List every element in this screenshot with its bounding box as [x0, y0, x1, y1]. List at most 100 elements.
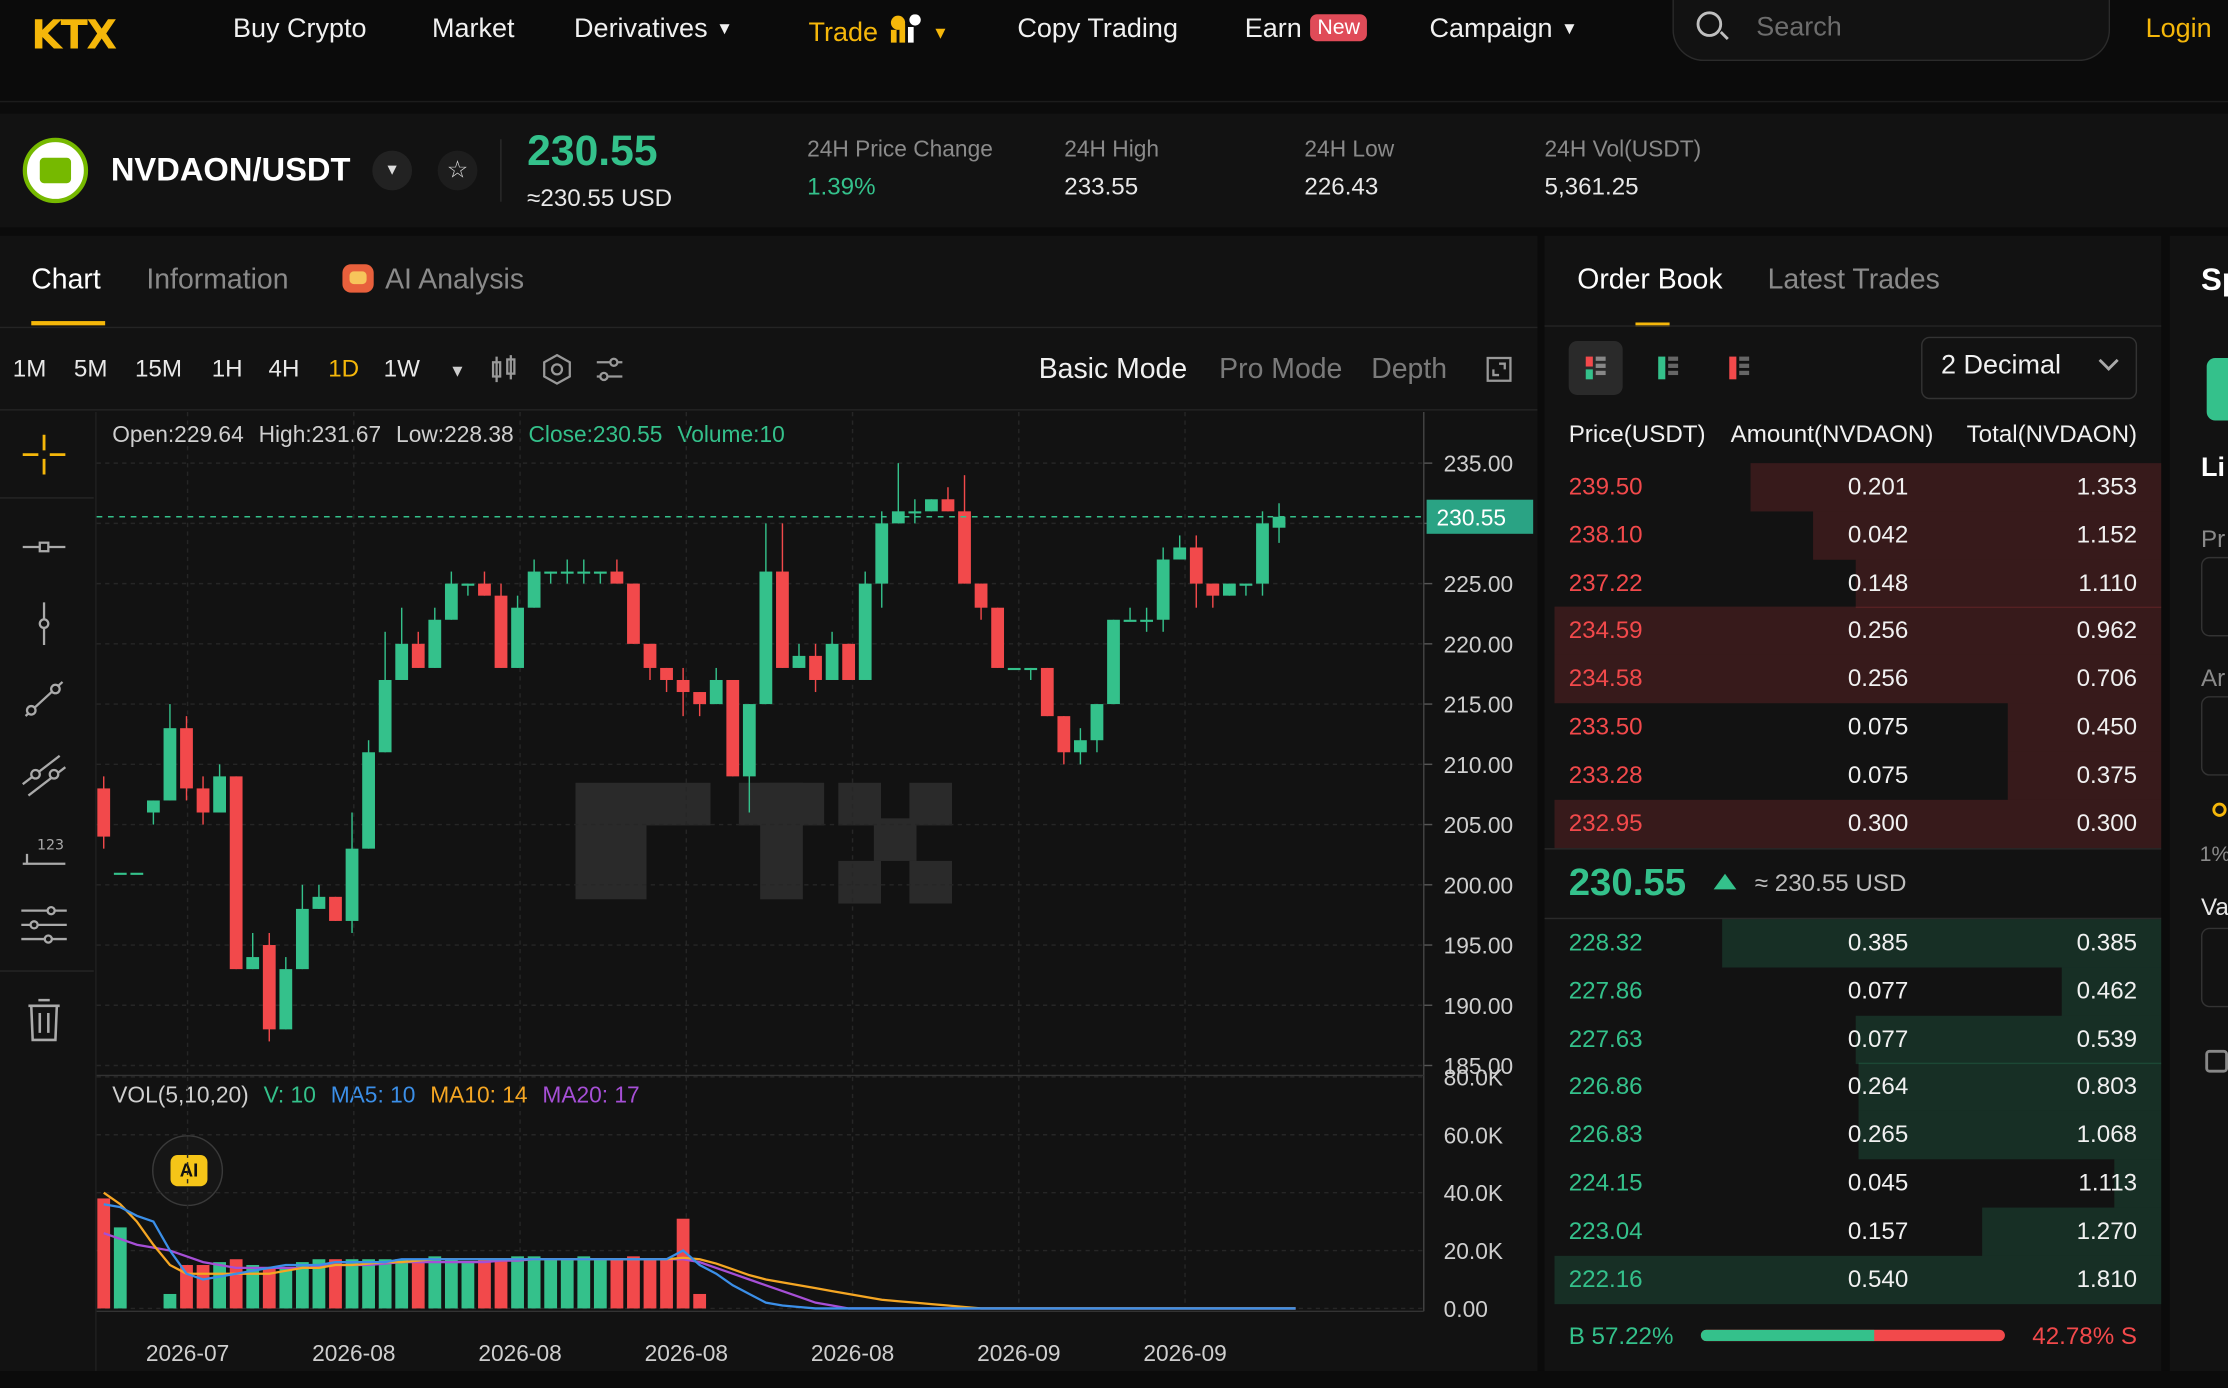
ask-price: 233.28: [1568, 761, 1643, 789]
bid-row[interactable]: 223.04 0.157 1.270: [1545, 1207, 2162, 1256]
bid-total: 1.113: [2078, 1169, 2138, 1197]
volume-bar: [527, 1256, 541, 1309]
candle-body: [709, 679, 723, 705]
trading-pair[interactable]: NVDAON/USDT: [111, 151, 351, 189]
decimal-precision-select[interactable]: 2 Decimal: [1921, 336, 2138, 400]
candle-body: [262, 945, 276, 1030]
volume-bar: [494, 1259, 508, 1309]
bid-total: 1.068: [2076, 1121, 2138, 1149]
last-price: 230.55: [527, 127, 658, 175]
stat-label-high: 24H High: [1064, 137, 1160, 162]
candle-body: [693, 692, 707, 705]
volume-bar: [279, 1267, 293, 1309]
candle-body: [494, 595, 508, 668]
bid-price: 227.86: [1568, 977, 1643, 1005]
candle-body: [660, 667, 673, 680]
spot-trade-panel: Sp Li Pr Ar 1% Va: [2169, 235, 2228, 1388]
nav-campaign[interactable]: Campaign ▼: [1429, 14, 1577, 45]
candle-body: [1057, 716, 1071, 753]
candle-body: [146, 800, 160, 813]
ticker-bar: NVDAON/USDT ▼ ☆ 230.55 ≈230.55 USD 24H P…: [0, 113, 2228, 228]
candle-body: [395, 643, 409, 680]
ask-row[interactable]: 239.50 0.201 1.353: [1545, 463, 2162, 512]
view-both-sides-icon[interactable]: [1568, 340, 1623, 395]
bid-row[interactable]: 226.83 0.265 1.068: [1545, 1111, 2162, 1160]
amount-input[interactable]: [2201, 696, 2228, 776]
candle-body: [163, 728, 177, 801]
bid-total: 0.803: [2076, 1073, 2138, 1101]
tp-sl-checkbox[interactable]: [2205, 1049, 2228, 1073]
ask-row[interactable]: 232.95 0.300 0.300: [1545, 799, 2162, 848]
candle-body: [279, 969, 293, 1030]
limit-tab[interactable]: Li: [2201, 453, 2225, 484]
watermark-block: [646, 782, 711, 826]
candle-body: [1189, 547, 1203, 584]
nav-market[interactable]: Market: [432, 14, 515, 45]
bid-row[interactable]: 227.63 0.077 0.539: [1545, 1015, 2162, 1064]
view-asks-only-icon[interactable]: [1712, 341, 1766, 395]
ask-row[interactable]: 238.10 0.042 1.152: [1545, 511, 2162, 560]
candle-body: [974, 583, 988, 608]
nav-earn[interactable]: Earn New: [1245, 14, 1368, 45]
search-box[interactable]: [1672, 0, 2111, 62]
stat-value-high: 233.55: [1064, 173, 1139, 201]
value-input[interactable]: [2201, 927, 2228, 1008]
candle-body: [925, 499, 938, 512]
candlestick-chart[interactable]: 235.00230.00225.00220.00215.00210.00205.…: [0, 236, 1537, 1388]
buy-toggle[interactable]: [2206, 358, 2228, 421]
ask-row[interactable]: 233.28 0.075 0.375: [1545, 751, 2162, 800]
candle-body: [858, 583, 872, 680]
last-price-usd: ≈230.55 USD: [527, 184, 673, 212]
ask-row[interactable]: 233.50 0.075 0.450: [1545, 703, 2162, 752]
nvidia-logo-icon: [22, 137, 89, 204]
ask-total: 1.353: [2076, 473, 2138, 501]
volume-bar: [676, 1218, 690, 1309]
bid-row[interactable]: 226.86 0.264 0.803: [1545, 1063, 2162, 1112]
candle-body: [478, 583, 491, 596]
ask-row[interactable]: 237.22 0.148 1.110: [1545, 559, 2162, 608]
price-tick-label: 220.00: [1444, 631, 1514, 657]
stat-value-volume: 5,361.25: [1544, 173, 1639, 201]
candle-body: [527, 571, 541, 608]
nav-trade[interactable]: Trade ▼: [809, 14, 949, 50]
ktx-logo[interactable]: KTX: [31, 11, 117, 58]
ask-row[interactable]: 234.58 0.256 0.706: [1545, 655, 2162, 704]
ask-price: 233.50: [1568, 713, 1643, 741]
candle-body: [1140, 619, 1154, 622]
candle-body: [1222, 583, 1236, 596]
ask-price: 234.58: [1568, 665, 1643, 693]
watermark-block: [838, 860, 881, 904]
candle-body: [1007, 667, 1021, 671]
nav-copy-trading[interactable]: Copy Trading: [1017, 14, 1178, 45]
candle-body: [759, 571, 773, 705]
bid-row[interactable]: 228.32 0.385 0.385: [1545, 919, 2162, 968]
bid-row[interactable]: 222.16 0.540 1.810: [1545, 1255, 2162, 1304]
volume-tick-label: 40.0K: [1444, 1180, 1503, 1206]
bid-price: 224.15: [1568, 1169, 1643, 1197]
candle-body: [593, 571, 607, 574]
favorite-star-icon[interactable]: ☆: [437, 150, 478, 191]
tab-order-book[interactable]: Order Book: [1577, 264, 1722, 297]
value-label: Va: [2201, 893, 2228, 921]
nav-derivatives[interactable]: Derivatives ▼: [574, 14, 733, 45]
login-button[interactable]: Login: [2146, 14, 2212, 45]
pair-dropdown-button[interactable]: ▼: [372, 150, 413, 191]
bid-row[interactable]: 227.86 0.077 0.462: [1545, 967, 2162, 1016]
search-input[interactable]: [1756, 12, 2084, 45]
candle-body: [1024, 667, 1038, 671]
header-price: Price(USDT): [1568, 420, 1706, 448]
price-tick-label: 210.00: [1444, 752, 1514, 778]
volume-bar: [362, 1259, 375, 1309]
x-tick-label: 2026-08: [811, 1340, 894, 1366]
amount-slider-handle[interactable]: [2212, 802, 2227, 817]
bid-row[interactable]: 224.15 0.045 1.113: [1545, 1159, 2162, 1208]
volume-tick-label: 80.0K: [1444, 1064, 1503, 1090]
new-badge: New: [1310, 14, 1368, 42]
tab-latest-trades[interactable]: Latest Trades: [1768, 264, 1940, 297]
price-input[interactable]: [2201, 556, 2228, 637]
view-bids-only-icon[interactable]: [1641, 341, 1695, 395]
volume-tick-label: 60.0K: [1444, 1122, 1503, 1148]
bid-price: 227.63: [1568, 1025, 1643, 1053]
ask-row[interactable]: 234.59 0.256 0.962: [1545, 607, 2162, 656]
nav-buy-crypto[interactable]: Buy Crypto: [233, 14, 367, 45]
